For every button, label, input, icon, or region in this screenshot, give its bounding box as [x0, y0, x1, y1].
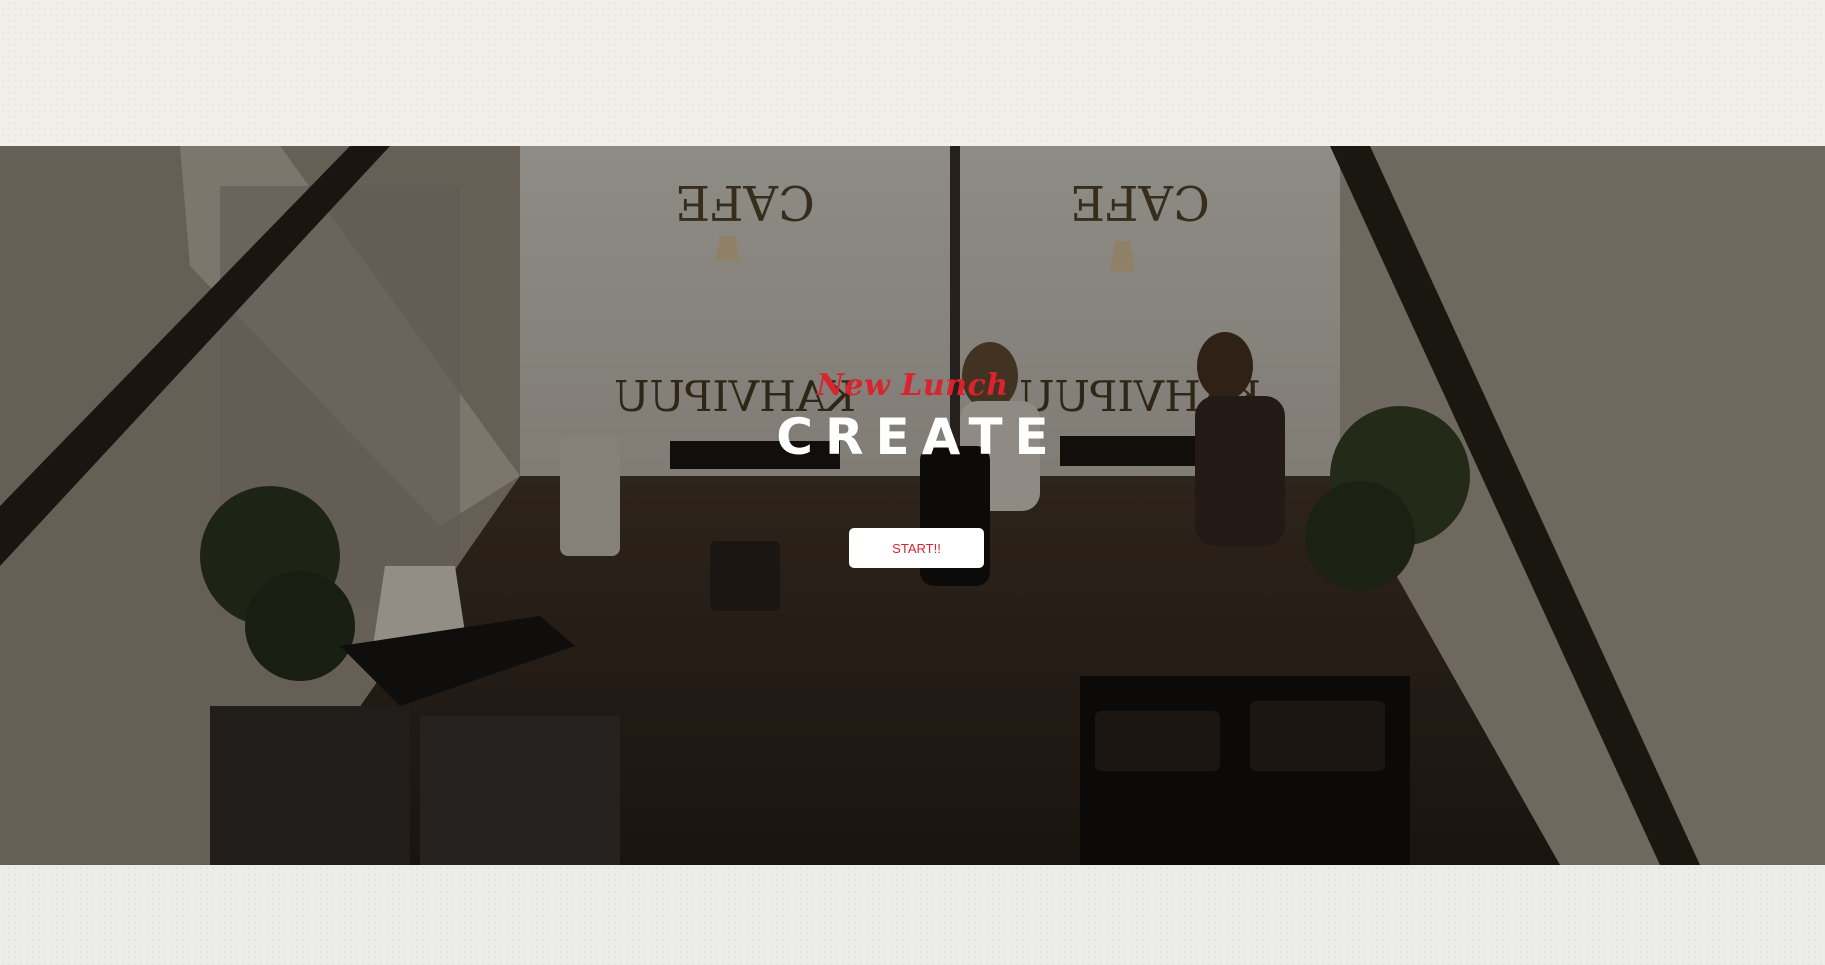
- hero-subtitle: New Lunch: [816, 368, 1009, 403]
- bottom-band: [0, 865, 1825, 965]
- hero-title: CREATE: [776, 408, 1061, 466]
- start-button[interactable]: START!!: [849, 528, 984, 568]
- hero-section: CAFE CAFE KAHVIPUU KAHVIPUU New Lunch CR…: [0, 146, 1825, 865]
- hero-content: New Lunch CREATE START!!: [0, 146, 1825, 865]
- top-band: [0, 0, 1825, 146]
